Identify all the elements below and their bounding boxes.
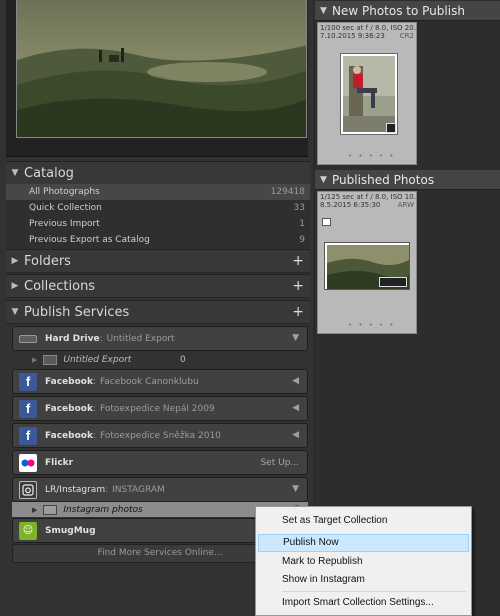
- add-collection-icon[interactable]: +: [292, 278, 304, 294]
- chevron-left-icon[interactable]: ◀: [292, 376, 299, 386]
- new-photo-cell[interactable]: 1/100 sec at f / 8.0, ISO 20... 7.10.201…: [317, 22, 417, 165]
- navigator-panel: [6, 0, 308, 157]
- add-publish-service-icon[interactable]: +: [292, 304, 304, 320]
- menu-mark-to-republish[interactable]: Mark to Republish: [258, 553, 469, 571]
- triangle-right-icon: ▶: [32, 505, 38, 514]
- published-photo-cell[interactable]: 1/125 sec at f / 8.0, ISO 10... 8.5.2015…: [317, 191, 417, 334]
- collection-untitled-export[interactable]: ▶ Untitled Export 0: [12, 352, 308, 367]
- triangle-down-icon: ▼: [11, 307, 19, 317]
- chevron-down-icon[interactable]: ▼: [292, 333, 299, 343]
- facebook-icon: f: [19, 399, 37, 418]
- service-facebook-nepal[interactable]: f Facebook : Fotoexpedice Nepál 2009 ◀: [12, 396, 308, 421]
- service-facebook-canonklubu[interactable]: f Facebook : Facebook Canonklubu ◀: [12, 369, 308, 394]
- triangle-down-icon: ▼: [11, 168, 19, 178]
- catalog-item-previous-import[interactable]: Previous Import 1: [6, 216, 310, 232]
- catalog-panel-header[interactable]: ▼ Catalog: [6, 161, 310, 185]
- catalog-item-all-photographs[interactable]: All Photographs 129418: [6, 184, 310, 200]
- triangle-down-icon: ▼: [320, 5, 327, 16]
- new-photo-thumbnail[interactable]: [340, 53, 398, 135]
- service-flickr[interactable]: Flickr Set Up...: [12, 450, 308, 475]
- published-photos-header[interactable]: ▼ Published Photos: [315, 170, 500, 190]
- published-collection-icon: [43, 504, 58, 515]
- facebook-icon: f: [19, 372, 37, 391]
- service-hard-drive[interactable]: Hard Drive : Untitled Export ▼: [12, 326, 308, 351]
- catalog-item-previous-export[interactable]: Previous Export as Catalog 9: [6, 232, 310, 248]
- collections-title: Collections: [24, 278, 96, 294]
- published-photo-thumbnail[interactable]: [324, 242, 410, 290]
- add-folder-icon[interactable]: +: [292, 253, 304, 269]
- navigator-preview-image[interactable]: [16, 0, 307, 138]
- rating-dots: • • • • •: [348, 152, 396, 160]
- new-photos-header[interactable]: ▼ New Photos to Publish: [315, 1, 500, 21]
- flag-icon[interactable]: [322, 218, 331, 226]
- service-instagram[interactable]: LR/Instagram : INSTAGRAM ▼: [12, 477, 308, 502]
- triangle-right-icon: ▶: [11, 256, 19, 266]
- facebook-icon: f: [19, 426, 37, 445]
- photo-meta: 1/125 sec at f / 8.0, ISO 10... 8.5.2015…: [320, 193, 416, 209]
- folders-title: Folders: [24, 253, 71, 269]
- triangle-right-icon: ▶: [32, 355, 38, 364]
- instagram-icon: [19, 480, 37, 499]
- triangle-down-icon: ▼: [320, 174, 327, 185]
- menu-publish-now[interactable]: Publish Now: [258, 534, 469, 552]
- flickr-icon: [19, 453, 37, 472]
- published-collection-icon: [43, 354, 58, 365]
- menu-import-smart-collection-settings[interactable]: Import Smart Collection Settings...: [258, 594, 469, 612]
- rating-dots: • • • • •: [348, 321, 396, 329]
- flickr-setup-link[interactable]: Set Up...: [260, 458, 299, 468]
- menu-set-target-collection[interactable]: Set as Target Collection: [258, 512, 469, 530]
- catalog-list: All Photographs 129418 Quick Collection …: [6, 184, 310, 250]
- catalog-title: Catalog: [24, 165, 74, 181]
- photo-meta: 1/100 sec at f / 8.0, ISO 20... 7.10.201…: [320, 24, 416, 40]
- context-menu: Set as Target Collection Publish Now Mar…: [255, 506, 472, 616]
- hard-drive-icon: [19, 334, 37, 343]
- publish-services-panel-header[interactable]: ▼ Publish Services +: [6, 300, 310, 324]
- badge-icons: [379, 277, 407, 287]
- collections-panel-header[interactable]: ▶ Collections +: [6, 274, 310, 298]
- smugmug-icon: ☺: [19, 521, 37, 540]
- menu-show-in-instagram[interactable]: Show in Instagram: [258, 571, 469, 589]
- chevron-down-icon[interactable]: ▼: [292, 484, 299, 494]
- edit-badge-icon: [386, 123, 396, 133]
- catalog-item-quick-collection[interactable]: Quick Collection 33: [6, 200, 310, 216]
- chevron-left-icon[interactable]: ◀: [292, 403, 299, 413]
- menu-separator: [282, 591, 466, 592]
- triangle-right-icon: ▶: [11, 281, 19, 291]
- chevron-left-icon[interactable]: ◀: [292, 430, 299, 440]
- service-facebook-snezka[interactable]: f Facebook : Fotoexpedice Sněžka 2010 ◀: [12, 423, 308, 448]
- publish-services-title: Publish Services: [24, 304, 130, 320]
- folders-panel-header[interactable]: ▶ Folders +: [6, 249, 310, 273]
